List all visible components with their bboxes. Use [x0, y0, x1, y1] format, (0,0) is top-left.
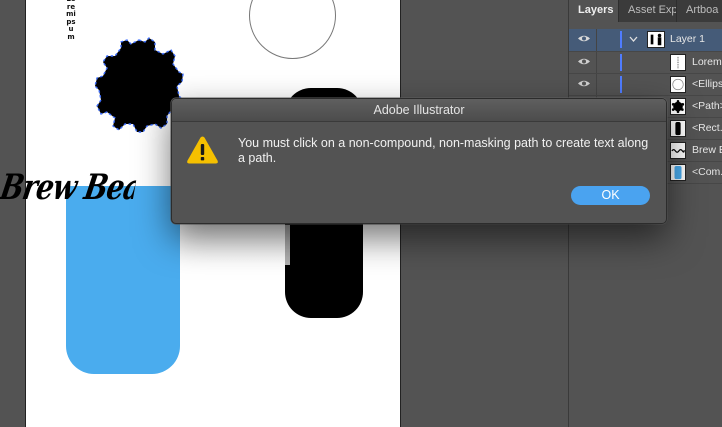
layer-name: <Ellipse> — [692, 78, 722, 90]
lock-column[interactable] — [596, 74, 597, 95]
layer-name: Loremipsum — [692, 56, 722, 68]
layer-name: Layer 1 — [670, 33, 706, 45]
chevron-down-icon[interactable] — [629, 35, 638, 43]
warning-icon — [187, 136, 218, 164]
layer-color-bar — [620, 31, 622, 48]
vertical-text-object[interactable]: Loremipsum — [66, 0, 76, 42]
rectangle-thumbnail — [670, 120, 686, 137]
tab-layers[interactable]: Layers — [569, 0, 619, 22]
panel-tab-bar: Layers Asset Expo Artboa — [569, 0, 722, 22]
layer-name: <Com...> — [692, 166, 722, 178]
eye-icon[interactable] — [578, 34, 590, 43]
layer-row-layer-1[interactable]: Layer 1 — [569, 29, 722, 52]
layer-name: <Rect...> — [692, 122, 722, 134]
brew-beans-text-object[interactable]: Brew Beans Products — [0, 162, 139, 222]
layer-color-bar — [620, 54, 622, 71]
alert-dialog: Adobe Illustrator You must click on a no… — [171, 98, 667, 224]
script-text-thumbnail — [670, 142, 686, 159]
compound-thumbnail — [670, 164, 686, 181]
dialog-message: You must click on a non-compound, non-ma… — [238, 136, 649, 165]
lock-column[interactable] — [596, 29, 597, 51]
layer-name: <Path> — [692, 100, 722, 112]
tab-artboards[interactable]: Artboa — [677, 0, 722, 22]
lock-column[interactable] — [596, 52, 597, 73]
dialog-shadow — [180, 225, 290, 265]
eye-icon[interactable] — [578, 79, 590, 88]
eye-icon[interactable] — [578, 57, 590, 66]
gear-thumbnail — [670, 98, 686, 115]
tab-asset-export[interactable]: Asset Expo — [619, 0, 677, 22]
layer-name: Brew B... — [692, 144, 722, 156]
illustrator-window: Loremipsum Brew Beans Products Layers As… — [0, 0, 722, 427]
dialog-title: Adobe Illustrator — [172, 99, 666, 122]
layer-thumbnail — [647, 31, 665, 48]
layer-row-ellipse[interactable]: <Ellipse> — [569, 74, 722, 96]
text-thumbnail — [670, 54, 686, 71]
layer-color-bar — [620, 76, 622, 93]
ok-button[interactable]: OK — [571, 186, 650, 205]
ellipse-thumbnail — [670, 76, 686, 93]
layer-row-loremipsum[interactable]: Loremipsum — [569, 52, 722, 74]
